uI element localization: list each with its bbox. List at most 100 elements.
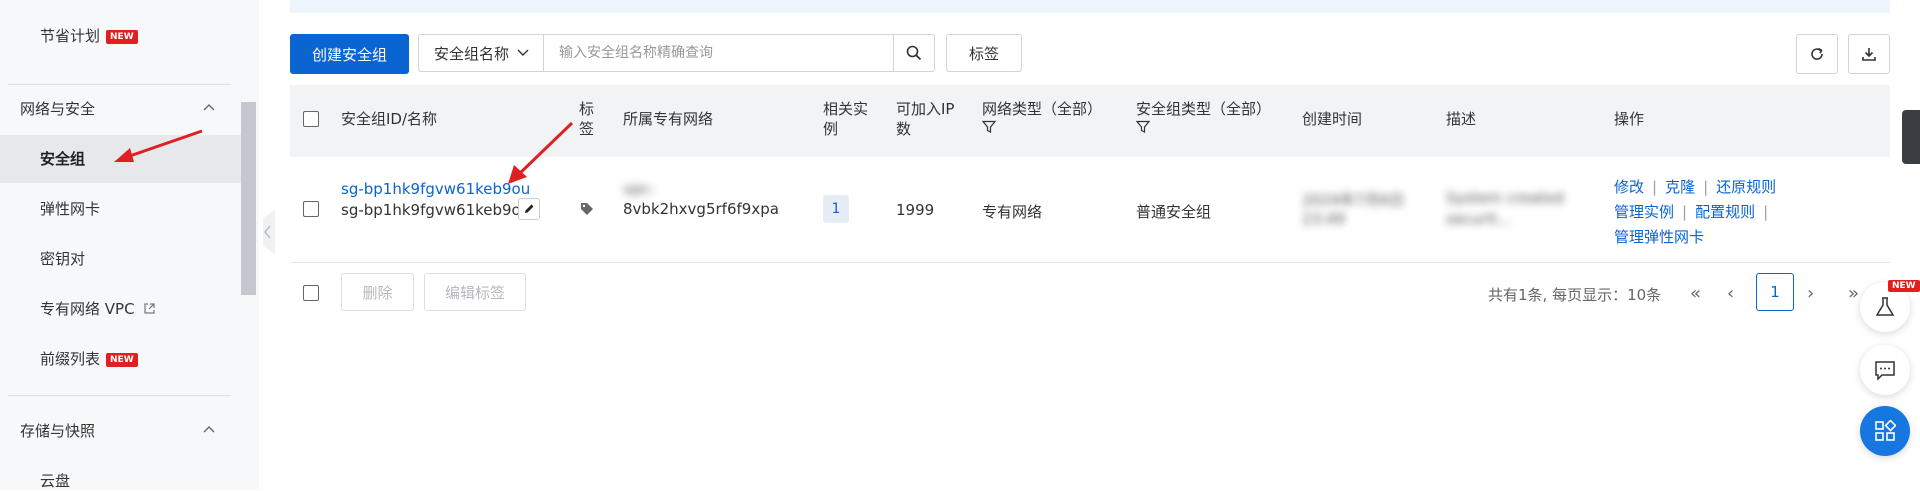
last-page-button[interactable]: » bbox=[1848, 283, 1859, 304]
edge-widget[interactable] bbox=[1902, 110, 1920, 164]
header-label: 网络类型（全部） bbox=[982, 100, 1103, 118]
sidebar-item-label: 密钥对 bbox=[40, 250, 86, 268]
clone-link[interactable]: 克隆 bbox=[1665, 178, 1695, 196]
tag-filter-button[interactable]: 标签 bbox=[946, 34, 1022, 72]
chevron-down-icon bbox=[517, 49, 529, 56]
table-row: sg-bp1hk9fgvw61keb9ou sg-bp1hk9fgvw61keb… bbox=[290, 157, 1890, 263]
footer-select-all-checkbox[interactable] bbox=[303, 285, 319, 301]
vpc-id-line2: 8vbk2hxvg5rf6f9xpa bbox=[623, 200, 779, 218]
refresh-button[interactable] bbox=[1796, 34, 1838, 74]
created-date: 2024年7月6日 bbox=[1302, 191, 1405, 209]
manage-instances-link[interactable]: 管理实例 bbox=[1614, 203, 1674, 221]
created-time: 23:49 bbox=[1302, 210, 1346, 228]
manage-eni-link[interactable]: 管理弹性网卡 bbox=[1614, 228, 1704, 246]
new-badge: NEW bbox=[1888, 280, 1920, 292]
column-header-description: 描述 bbox=[1446, 110, 1477, 128]
separator: | bbox=[1763, 203, 1769, 221]
sidebar-item-label: 前缀列表 bbox=[40, 350, 101, 368]
apps-button[interactable] bbox=[1860, 406, 1910, 456]
select-value: 安全组名称 bbox=[434, 44, 510, 63]
restore-rules-link[interactable]: 还原规则 bbox=[1716, 178, 1776, 196]
sidebar-item-label: 云盘 bbox=[40, 472, 71, 490]
edit-name-button[interactable] bbox=[518, 198, 540, 220]
security-group-name: sg-bp1hk9fgvw61keb9o... bbox=[341, 201, 535, 219]
collapse-sidebar-handle[interactable] bbox=[259, 210, 275, 254]
sidebar-item-keypair[interactable]: 密钥对 bbox=[40, 248, 85, 269]
pencil-icon bbox=[525, 204, 534, 213]
sidebar-group-storage[interactable]: 存储与快照 bbox=[20, 420, 95, 441]
sidebar-item-eni[interactable]: 弹性网卡 bbox=[40, 198, 100, 219]
vpc-id-text: 8vbk2hxvg5rf6f9xpa bbox=[623, 200, 779, 218]
configure-rules-link[interactable]: 配置规则 bbox=[1695, 203, 1755, 221]
first-page-button[interactable]: « bbox=[1690, 283, 1701, 304]
separator: | bbox=[1682, 203, 1688, 221]
export-button[interactable] bbox=[1848, 34, 1890, 74]
search-icon bbox=[906, 45, 922, 61]
delete-button[interactable]: 删除 bbox=[341, 273, 414, 311]
column-header-actions: 操作 bbox=[1614, 110, 1645, 128]
header-label: 安全组类型（全部） bbox=[1136, 100, 1272, 118]
sidebar-divider bbox=[8, 395, 231, 396]
network-type: 专有网络 bbox=[982, 203, 1043, 221]
sidebar-item-prefix-list[interactable]: 前缀列表 NEW bbox=[40, 348, 138, 369]
chevron-up-icon[interactable] bbox=[203, 102, 215, 114]
sidebar-item-label: 弹性网卡 bbox=[40, 200, 101, 218]
column-header-network-type[interactable]: 网络类型（全部） bbox=[982, 99, 1102, 134]
row-actions: 修改 | 克隆 | 还原规则 管理实例 | 配置规则 | 管理弹性网卡 bbox=[1614, 175, 1776, 250]
table-header: 安全组ID/名称 标签 所属专有网络 相关实例 可加入IP数 网络类型（全部） … bbox=[290, 85, 1890, 157]
sidebar-item-label: 安全组 bbox=[40, 150, 86, 168]
security-group-id: sg-bp1hk9fgvw61keb9ou bbox=[341, 180, 531, 198]
select-all-checkbox[interactable] bbox=[303, 111, 319, 127]
separator: | bbox=[1652, 178, 1658, 196]
new-badge: NEW bbox=[106, 29, 138, 44]
description-line1: System created bbox=[1446, 189, 1564, 207]
chat-icon bbox=[1875, 361, 1895, 381]
filter-icon[interactable] bbox=[982, 120, 996, 134]
sidebar-item-security-group[interactable]: 安全组 bbox=[40, 148, 85, 169]
column-header-id-name: 安全组ID/名称 bbox=[341, 110, 438, 128]
new-badge: NEW bbox=[106, 352, 138, 367]
column-header-vpc: 所属专有网络 bbox=[623, 110, 714, 128]
instance-count-link[interactable]: 1 bbox=[823, 195, 849, 223]
sidebar-item-disk[interactable]: 云盘 bbox=[40, 470, 70, 491]
search-button[interactable] bbox=[893, 34, 935, 72]
search-field-select[interactable]: 安全组名称 bbox=[418, 34, 544, 72]
sidebar-group-label: 网络与安全 bbox=[20, 100, 96, 118]
description-line2: securit... bbox=[1446, 210, 1512, 228]
external-link-icon bbox=[144, 303, 155, 314]
row-checkbox[interactable] bbox=[303, 201, 319, 217]
tag-icon[interactable] bbox=[579, 201, 595, 217]
sidebar-item-label: 节省计划 bbox=[40, 27, 101, 45]
ip-capacity: 1999 bbox=[896, 201, 935, 219]
sidebar-item-label: 专有网络 VPC bbox=[40, 300, 135, 318]
vpc-id-text: vpc- bbox=[623, 180, 656, 198]
security-group-id-link[interactable]: sg-bp1hk9fgvw61keb9ou bbox=[341, 180, 530, 198]
column-header-instances: 相关实例 bbox=[823, 100, 869, 138]
separator: | bbox=[1703, 178, 1709, 196]
pagination-info: 共有1条, 每页显示：10条 bbox=[1488, 286, 1662, 304]
security-group-type: 普通安全组 bbox=[1136, 203, 1212, 221]
sidebar-group-network-security[interactable]: 网络与安全 bbox=[20, 98, 95, 119]
page-number-current[interactable]: 1 bbox=[1756, 273, 1794, 311]
create-security-group-button[interactable]: 创建安全组 bbox=[290, 34, 409, 74]
modify-link[interactable]: 修改 bbox=[1614, 178, 1644, 196]
feedback-chat-button[interactable] bbox=[1860, 345, 1910, 395]
column-header-ip-capacity: 可加入IP数 bbox=[896, 100, 955, 138]
search-input[interactable] bbox=[544, 34, 894, 72]
download-icon bbox=[1862, 48, 1876, 61]
edit-tags-button[interactable]: 编辑标签 bbox=[424, 273, 526, 311]
column-header-sg-type[interactable]: 安全组类型（全部） bbox=[1136, 99, 1271, 134]
sidebar-scrollbar-thumb[interactable] bbox=[241, 102, 256, 295]
chevron-up-icon[interactable] bbox=[203, 424, 215, 436]
filter-icon[interactable] bbox=[1136, 120, 1150, 134]
sidebar-group-label: 存储与快照 bbox=[20, 422, 96, 440]
info-banner-strip bbox=[290, 0, 1890, 13]
next-page-button[interactable]: › bbox=[1807, 283, 1814, 304]
sidebar-item-vpc[interactable]: 专有网络 VPC bbox=[40, 298, 156, 319]
refresh-icon bbox=[1811, 47, 1823, 60]
sidebar-active-highlight bbox=[0, 135, 241, 183]
sidebar-item-savings-plan[interactable]: 节省计划 NEW bbox=[40, 25, 138, 46]
beaker-icon bbox=[1875, 297, 1895, 316]
column-header-created: 创建时间 bbox=[1302, 110, 1363, 128]
prev-page-button[interactable]: ‹ bbox=[1727, 283, 1734, 304]
